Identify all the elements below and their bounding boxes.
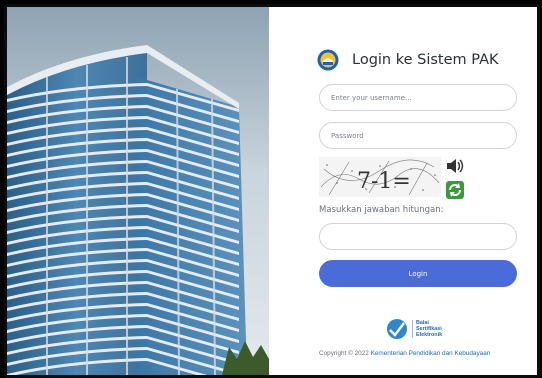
bse-logo-icon — [387, 319, 407, 339]
captcha-text: 7-1= — [357, 169, 411, 194]
bse-logo-text: Balai Sertifikasi Elektronik — [412, 319, 442, 339]
captcha-answer-label: Masukkan jawaban hitungan: — [319, 205, 444, 215]
login-window: Login ke Sistem PAK 7-1= — [4, 4, 540, 378]
speaker-icon[interactable] — [444, 157, 466, 175]
login-button[interactable]: Login — [319, 260, 517, 287]
refresh-icon[interactable] — [444, 180, 466, 200]
kemendikbud-logo-icon — [317, 49, 339, 71]
bse-logo: Balai Sertifikasi Elektronik — [386, 318, 442, 340]
page-title: Login ke Sistem PAK — [352, 52, 499, 68]
footer-copyright: Copyright © 2022 Kementerian Pendidikan … — [319, 350, 491, 357]
ministry-link[interactable]: Kementerian Pendidikan dan Kebudayaan — [371, 350, 491, 357]
login-panel: Login ke Sistem PAK 7-1= — [269, 7, 537, 375]
captcha-image: 7-1= — [319, 157, 441, 197]
building-photo — [7, 7, 269, 375]
captcha-answer-input[interactable] — [319, 223, 517, 250]
captcha-tools — [444, 157, 466, 200]
username-input[interactable] — [319, 84, 517, 111]
password-input[interactable] — [319, 122, 517, 149]
title-row: Login ke Sistem PAK — [317, 49, 499, 71]
